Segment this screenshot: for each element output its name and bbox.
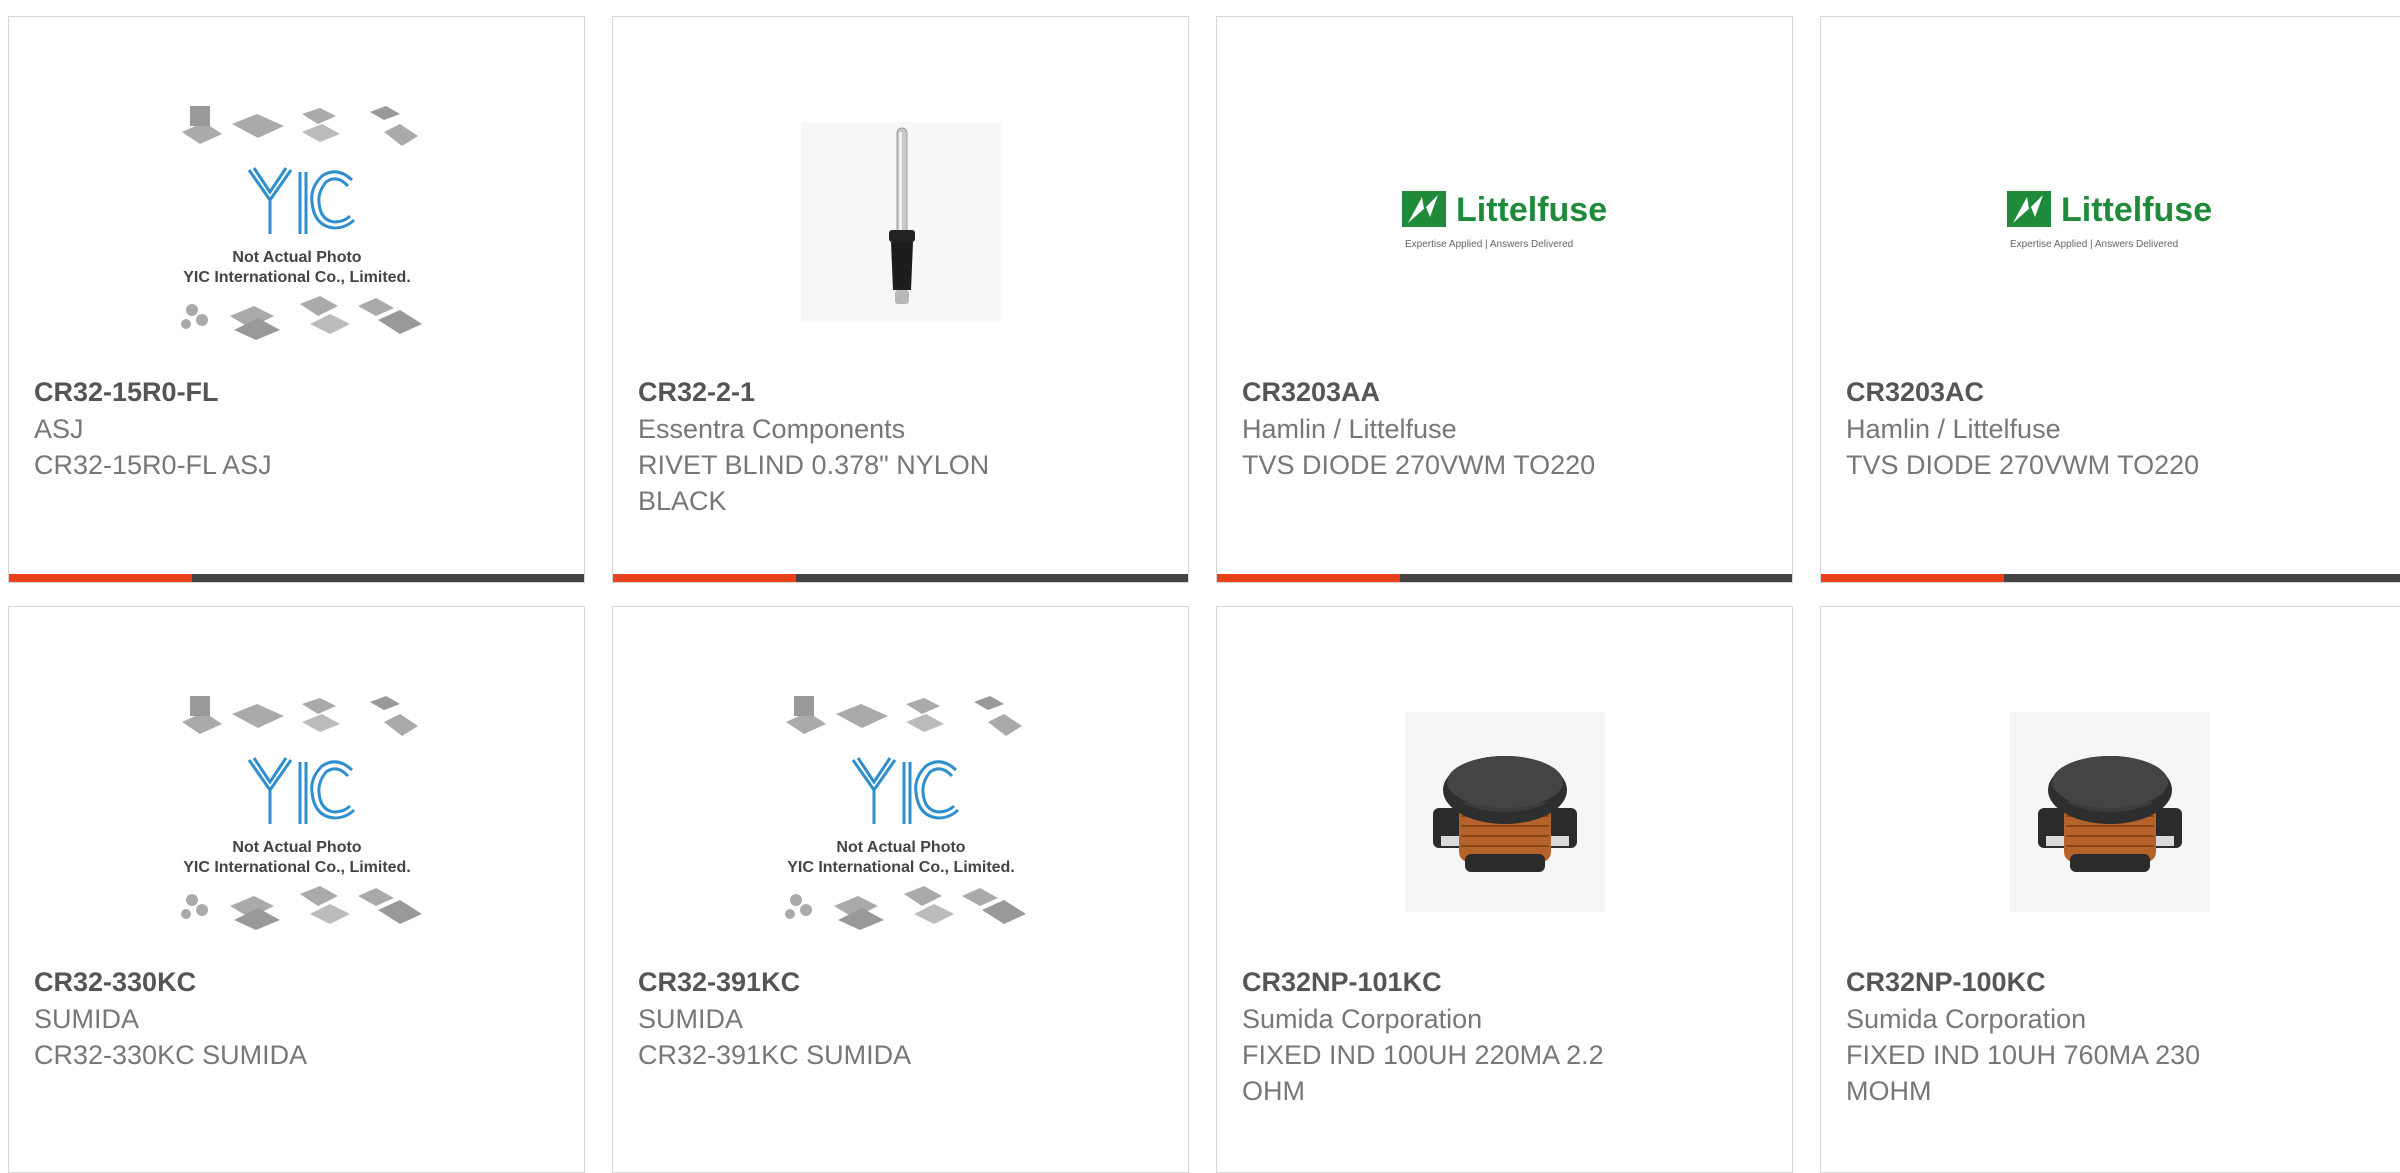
product-info: CR32NP-101KC Sumida Corporation FIXED IN…: [1242, 963, 1767, 1109]
part-number-link[interactable]: CR32-15R0-FL: [34, 373, 559, 411]
rivet-photo: [800, 122, 1001, 322]
product-info: CR32-2-1 Essentra Components RIVET BLIND…: [638, 373, 1163, 519]
product-image[interactable]: [1821, 667, 2398, 957]
svg-text:Littelfuse: Littelfuse: [2061, 191, 2212, 229]
product-description: CR32-391KC SUMIDA: [638, 1040, 912, 1070]
product-card[interactable]: CR32NP-100KC Sumida Corporation FIXED IN…: [1820, 606, 2400, 1173]
product-card[interactable]: Not Actual Photo YIC International Co., …: [8, 606, 585, 1173]
card-bottom-bar: [9, 574, 584, 582]
product-image[interactable]: Not Actual Photo YIC International Co., …: [9, 667, 584, 957]
product-card[interactable]: CR32NP-101KC Sumida Corporation FIXED IN…: [1216, 606, 1793, 1173]
placeholder-line1: Not Actual Photo: [836, 839, 965, 856]
product-image[interactable]: Not Actual Photo YIC International Co., …: [613, 667, 1188, 957]
manufacturer-name: Hamlin / Littelfuse: [1242, 414, 1457, 444]
placeholder-line1: Not Actual Photo: [232, 839, 361, 856]
yic-placeholder-image: Not Actual Photo YIC International Co., …: [784, 696, 1026, 930]
manufacturer-name: Hamlin / Littelfuse: [1846, 414, 2061, 444]
card-accent-bar: [1821, 574, 2004, 582]
part-number-link[interactable]: CR32-330KC: [34, 963, 559, 1001]
part-number-link[interactable]: CR32NP-101KC: [1242, 963, 1767, 1001]
product-description: CR32-15R0-FL ASJ: [34, 450, 272, 480]
product-image[interactable]: [613, 77, 1188, 367]
svg-text:Littelfuse: Littelfuse: [1456, 191, 1607, 229]
product-description: FIXED IND 10UH 760MA 230 MOHM: [1846, 1040, 2201, 1106]
littelfuse-logo: Littelfuse Expertise Applied | Answers D…: [1401, 191, 1607, 250]
yic-placeholder-image: Not Actual Photo YIC International Co., …: [180, 106, 422, 340]
product-description: TVS DIODE 270VWM TO220: [1846, 450, 2200, 480]
card-bottom-bar: [1217, 574, 1792, 582]
manufacturer-name: Essentra Components: [638, 414, 906, 444]
card-bottom-bar: [613, 574, 1188, 582]
part-number-link[interactable]: CR3203AC: [1846, 373, 2375, 411]
product-description: CR32-330KC SUMIDA: [34, 1040, 308, 1070]
product-image[interactable]: [1217, 667, 1792, 957]
part-number-link[interactable]: CR32-391KC: [638, 963, 1163, 1001]
product-info: CR32NP-100KC Sumida Corporation FIXED IN…: [1846, 963, 2375, 1109]
product-image[interactable]: Littelfuse Expertise Applied | Answers D…: [1217, 77, 1792, 367]
product-info: CR3203AC Hamlin / Littelfuse TVS DIODE 2…: [1846, 373, 2375, 483]
product-card[interactable]: Littelfuse Expertise Applied | Answers D…: [1820, 16, 2400, 583]
inductor-photo: [1404, 712, 1605, 912]
placeholder-line1: Not Actual Photo: [232, 249, 361, 266]
manufacturer-name: SUMIDA: [638, 1004, 744, 1034]
part-number-link[interactable]: CR3203AA: [1242, 373, 1767, 411]
part-number-link[interactable]: CR32NP-100KC: [1846, 963, 2375, 1001]
product-description: TVS DIODE 270VWM TO220: [1242, 450, 1596, 480]
product-card[interactable]: Littelfuse Expertise Applied | Answers D…: [1216, 16, 1793, 583]
product-info: CR3203AA Hamlin / Littelfuse TVS DIODE 2…: [1242, 373, 1767, 483]
placeholder-line2: YIC International Co., Limited.: [787, 859, 1015, 876]
product-image[interactable]: Not Actual Photo YIC International Co., …: [9, 77, 584, 367]
svg-text:Expertise Applied | Answers De: Expertise Applied | Answers Delivered: [2010, 239, 2178, 250]
card-accent-bar: [1217, 574, 1400, 582]
product-info: CR32-15R0-FL ASJ CR32-15R0-FL ASJ: [34, 373, 559, 483]
product-info: CR32-391KC SUMIDA CR32-391KC SUMIDA: [638, 963, 1163, 1073]
product-card[interactable]: CR32-2-1 Essentra Components RIVET BLIND…: [612, 16, 1189, 583]
manufacturer-name: Sumida Corporation: [1242, 1004, 1483, 1034]
manufacturer-name: ASJ: [34, 414, 84, 444]
product-card[interactable]: Not Actual Photo YIC International Co., …: [612, 606, 1189, 1173]
product-description: FIXED IND 100UH 220MA 2.2 OHM: [1242, 1040, 1604, 1106]
svg-text:Expertise Applied | Answers De: Expertise Applied | Answers Delivered: [1405, 239, 1573, 250]
card-bottom-bar: [1821, 574, 2400, 582]
product-image[interactable]: Littelfuse Expertise Applied | Answers D…: [1821, 77, 2398, 367]
placeholder-line2: YIC International Co., Limited.: [183, 859, 411, 876]
inductor-photo: [2009, 712, 2210, 912]
product-card[interactable]: Not Actual Photo YIC International Co., …: [8, 16, 585, 583]
product-info: CR32-330KC SUMIDA CR32-330KC SUMIDA: [34, 963, 559, 1073]
placeholder-line2: YIC International Co., Limited.: [183, 269, 411, 286]
card-accent-bar: [9, 574, 192, 582]
manufacturer-name: Sumida Corporation: [1846, 1004, 2087, 1034]
product-description: RIVET BLIND 0.378" NYLON BLACK: [638, 450, 990, 516]
card-accent-bar: [613, 574, 796, 582]
part-number-link[interactable]: CR32-2-1: [638, 373, 1163, 411]
littelfuse-logo: Littelfuse Expertise Applied | Answers D…: [2006, 191, 2212, 250]
manufacturer-name: SUMIDA: [34, 1004, 140, 1034]
yic-placeholder-image: Not Actual Photo YIC International Co., …: [180, 696, 422, 930]
